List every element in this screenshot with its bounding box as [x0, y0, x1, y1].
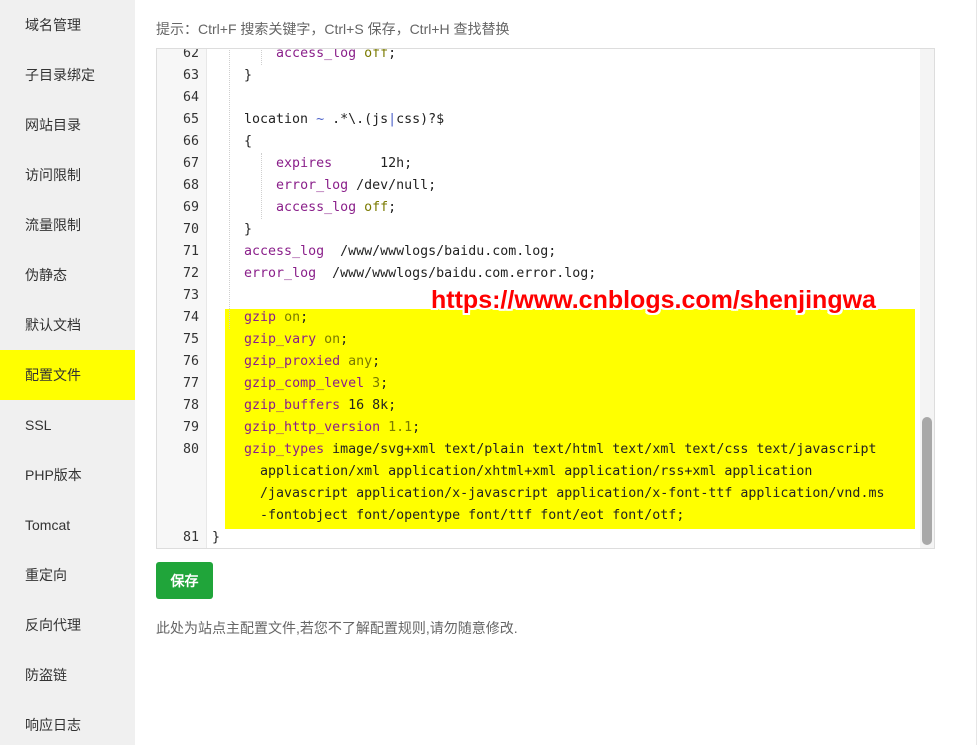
- line-text: gzip_vary on;: [244, 332, 349, 347]
- line-text: gzip_buffers 16 8k;: [244, 398, 397, 413]
- line-text: access_log off;: [276, 200, 397, 215]
- code-line[interactable]: 63 }: [157, 65, 917, 87]
- code-line[interactable]: 76 gzip_proxied any;: [157, 351, 917, 373]
- scrollbar-thumb[interactable]: [922, 417, 932, 545]
- line-number: 73: [182, 288, 199, 303]
- line-number: 69: [182, 200, 199, 215]
- code-line[interactable]: application/xml application/xhtml+xml ap…: [157, 461, 917, 483]
- code-line[interactable]: 70 }: [157, 219, 917, 241]
- sidebar-item-default-document[interactable]: 默认文档: [0, 300, 135, 350]
- line-number: 74: [182, 310, 199, 325]
- code-line[interactable]: 75 gzip_vary on;: [157, 329, 917, 351]
- line-text: access_log off;: [276, 48, 397, 61]
- sidebar-item-traffic-limit[interactable]: 流量限制: [0, 200, 135, 250]
- line-number: 63: [182, 68, 199, 83]
- config-warning-note: 此处为站点主配置文件,若您不了解配置规则,请勿随意修改.: [156, 620, 518, 636]
- sidebar-item-access-restriction[interactable]: 访问限制: [0, 150, 135, 200]
- code-line[interactable]: 62 access_log off;: [157, 48, 917, 65]
- line-text: expires 12h;: [276, 156, 413, 171]
- line-number: 70: [182, 222, 199, 237]
- code-line[interactable]: 69 access_log off;: [157, 197, 917, 219]
- sidebar-item-site-directory[interactable]: 网站目录: [0, 100, 135, 150]
- line-number: 65: [182, 112, 199, 127]
- line-text: error_log /dev/null;: [276, 178, 437, 193]
- code-line[interactable]: 67 expires 12h;: [157, 153, 917, 175]
- line-text: location ~ .*\.(js|css)?$: [212, 112, 445, 127]
- code-line[interactable]: -fontobject font/opentype font/ttf font/…: [157, 505, 917, 527]
- code-line[interactable]: 65 location ~ .*\.(js|css)?$: [157, 109, 917, 131]
- line-text: }: [212, 530, 221, 545]
- save-button[interactable]: 保存: [156, 562, 213, 599]
- code-line[interactable]: 78 gzip_buffers 16 8k;: [157, 395, 917, 417]
- line-number: 81: [182, 530, 199, 545]
- code-line[interactable]: 68 error_log /dev/null;: [157, 175, 917, 197]
- sidebar-item-reverse-proxy[interactable]: 反向代理: [0, 600, 135, 650]
- sidebar-item-subdirectory-binding[interactable]: 子目录绑定: [0, 50, 135, 100]
- line-text: application/xml application/xhtml+xml ap…: [212, 464, 813, 479]
- line-number: 64: [182, 90, 199, 105]
- line-text: gzip_proxied any;: [244, 354, 381, 369]
- code-line[interactable]: 71 access_log /www/wwwlogs/baidu.com.log…: [157, 241, 917, 263]
- code-line[interactable]: 66 {: [157, 131, 917, 153]
- sidebar-item-rewrite[interactable]: 伪静态: [0, 250, 135, 300]
- line-text: access_log /www/wwwlogs/baidu.com.log;: [244, 244, 557, 259]
- line-number: 68: [182, 178, 199, 193]
- sidebar-item-hotlink-protection[interactable]: 防盗链: [0, 650, 135, 700]
- line-text: /javascript application/x-javascript app…: [212, 486, 885, 501]
- sidebar-item-tomcat[interactable]: Tomcat: [0, 500, 135, 550]
- line-number: 78: [182, 398, 199, 413]
- watermark-url: https://www.cnblogs.com/shenjingwa: [431, 286, 876, 314]
- line-text: error_log /www/wwwlogs/baidu.com.error.l…: [244, 266, 597, 281]
- line-text: gzip_types image/svg+xml text/plain text…: [244, 442, 877, 457]
- line-number: 77: [182, 376, 199, 391]
- sidebar-item-php-version[interactable]: PHP版本: [0, 450, 135, 500]
- line-text: gzip_http_version 1.1;: [244, 420, 421, 435]
- code-line[interactable]: /javascript application/x-javascript app…: [157, 483, 917, 505]
- indent-guide: [229, 49, 230, 329]
- sidebar-item-response-log[interactable]: 响应日志: [0, 700, 135, 745]
- line-text: -fontobject font/opentype font/ttf font/…: [212, 508, 685, 523]
- shortcut-hint: 提示：Ctrl+F 搜索关键字，Ctrl+S 保存，Ctrl+H 查找替换: [156, 21, 510, 37]
- sidebar-item-redirect[interactable]: 重定向: [0, 550, 135, 600]
- line-number: 80: [182, 442, 199, 457]
- line-number: 76: [182, 354, 199, 369]
- indent-guide: [261, 49, 262, 65]
- line-number: 71: [182, 244, 199, 259]
- code-line[interactable]: 79 gzip_http_version 1.1;: [157, 417, 917, 439]
- editor-scrollbar[interactable]: [920, 49, 934, 548]
- line-text: }: [212, 222, 253, 237]
- sidebar-item-domain-management[interactable]: 域名管理: [0, 0, 135, 50]
- sidebar-item-ssl[interactable]: SSL: [0, 400, 135, 450]
- code-line[interactable]: 77 gzip_comp_level 3;: [157, 373, 917, 395]
- sidebar-item-config-file[interactable]: 配置文件: [0, 350, 135, 400]
- line-number: 67: [182, 156, 199, 171]
- line-number: 62: [182, 48, 199, 61]
- indent-guide: [261, 153, 262, 219]
- sidebar: 域名管理 子目录绑定 网站目录 访问限制 流量限制 伪静态 默认文档 配置文件 …: [0, 0, 135, 745]
- code-line[interactable]: 81}: [157, 527, 917, 548]
- line-number: 75: [182, 332, 199, 347]
- code-line[interactable]: 64: [157, 87, 917, 109]
- code-line[interactable]: 80 gzip_types image/svg+xml text/plain t…: [157, 439, 917, 461]
- line-number: 72: [182, 266, 199, 281]
- line-text: }: [212, 68, 253, 83]
- line-text: {: [212, 134, 253, 149]
- line-text: gzip on;: [244, 310, 309, 325]
- line-number: 66: [182, 134, 199, 149]
- line-text: gzip_comp_level 3;: [244, 376, 389, 391]
- line-number: 79: [182, 420, 199, 435]
- code-line[interactable]: 72 error_log /www/wwwlogs/baidu.com.erro…: [157, 263, 917, 285]
